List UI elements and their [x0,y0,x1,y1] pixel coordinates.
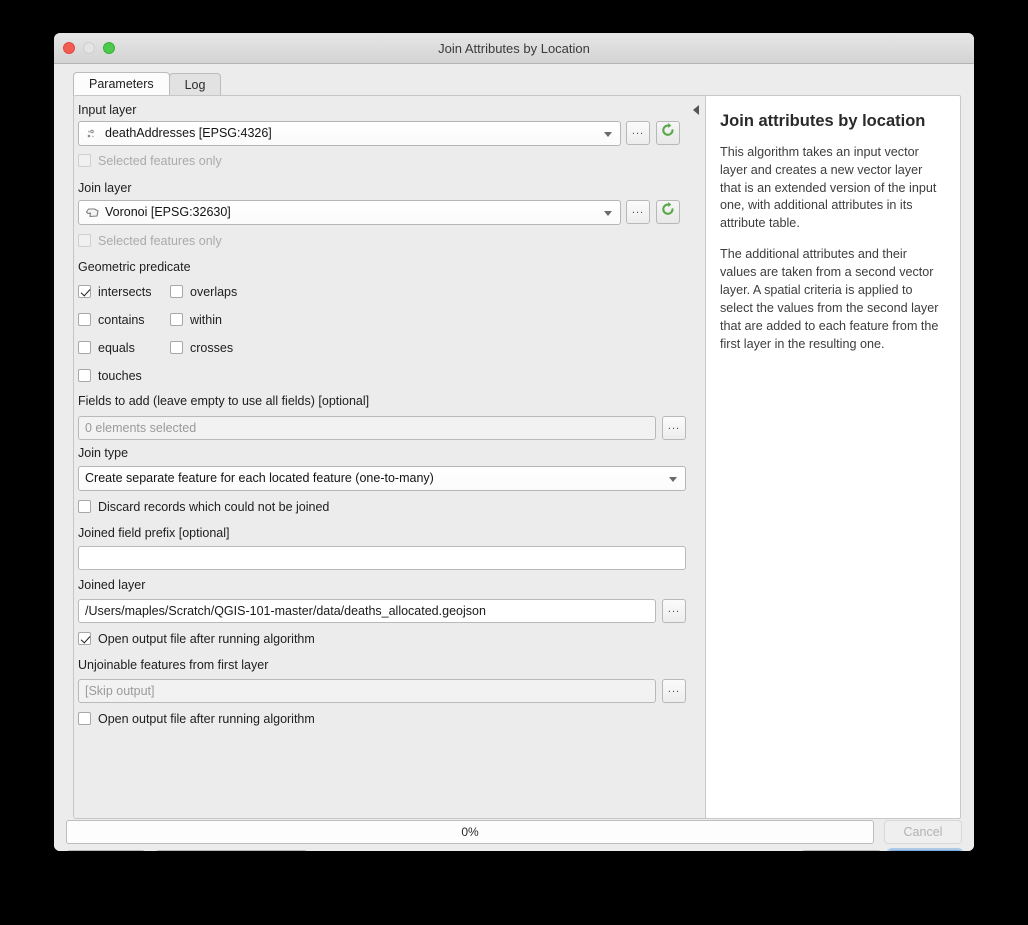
progress-bar: 0% [66,820,874,844]
title-bar[interactable]: Join Attributes by Location [54,33,974,64]
checkbox-box [78,632,91,646]
polygon-layer-icon [85,205,101,219]
joined-layer-label: Joined layer [78,578,146,592]
join-type-combo[interactable]: Create separate feature for each located… [78,466,686,491]
joined-field-prefix-input[interactable] [78,546,686,570]
predicate-touches-label: touches [98,369,142,383]
parameters-panel: Input layer deathAddresses [EPSG:4326] .… [73,95,709,819]
chevron-down-icon [604,211,612,216]
geometric-predicate-label: Geometric predicate [78,260,191,274]
predicate-equals-label: equals [98,341,135,355]
input-selected-features-only-label: Selected features only [98,154,222,168]
predicate-crosses-checkbox[interactable]: crosses [170,341,233,355]
dialog-window: Join Attributes by Location Parameters L… [54,33,974,851]
button-row: Help Run as Batch Process... Close Run [66,850,962,851]
joined-field-prefix-label: Joined field prefix [optional] [78,526,230,540]
predicate-intersects-label: intersects [98,285,152,299]
join-layer-value: Voronoi [EPSG:32630] [105,205,231,219]
joined-layer-input[interactable]: /Users/maples/Scratch/QGIS-101-master/da… [78,599,656,623]
run-as-batch-process-button[interactable]: Run as Batch Process... [155,850,308,851]
close-button[interactable]: Close [801,850,882,851]
predicate-overlaps-label: overlaps [190,285,238,299]
join-type-value: Create separate feature for each located… [85,471,434,485]
checkbox-box [170,341,183,355]
predicate-within-label: within [190,313,222,327]
join-layer-browse-button[interactable]: ... [626,200,650,224]
run-button[interactable]: Run [888,850,962,851]
window-title: Join Attributes by Location [438,41,590,56]
predicate-touches-checkbox[interactable]: touches [78,369,142,383]
checkbox-box [78,369,91,383]
point-layer-icon [85,126,101,140]
join-type-label: Join type [78,446,129,460]
predicate-within-checkbox[interactable]: within [170,313,222,327]
tab-bar: Parameters Log [73,72,222,96]
input-layer-refresh-button[interactable] [656,121,680,145]
tab-parameters[interactable]: Parameters [73,72,170,96]
open-output-unjoinable-checkbox[interactable]: Open output file after running algorithm [78,712,315,726]
progress-row: 0% Cancel [66,820,962,848]
unjoinable-features-input[interactable]: [Skip output] [78,679,656,703]
discard-records-checkbox[interactable]: Discard records which could not be joine… [78,500,329,514]
predicate-contains-checkbox[interactable]: contains [78,313,145,327]
predicate-contains-label: contains [98,313,145,327]
fields-to-add-input[interactable]: 0 elements selected [78,416,656,440]
input-layer-combo[interactable]: deathAddresses [EPSG:4326] [78,121,621,146]
input-layer-value: deathAddresses [EPSG:4326] [105,126,272,140]
chevron-down-icon [604,132,612,137]
join-selected-features-only-checkbox: Selected features only [78,234,222,248]
help-paragraph-1: This algorithm takes an input vector lay… [720,144,937,231]
collapse-left-icon [693,105,699,115]
open-output-joined-label: Open output file after running algorithm [98,632,315,646]
predicate-equals-checkbox[interactable]: equals [78,341,135,355]
checkbox-box [78,234,91,248]
input-layer-browse-button[interactable]: ... [626,121,650,145]
checkbox-box [170,285,183,299]
input-selected-features-only-checkbox: Selected features only [78,154,222,168]
checkbox-box [78,285,91,299]
predicate-crosses-label: crosses [190,341,234,355]
checkbox-box [78,313,91,327]
help-paragraph-2: The additional attributes and their valu… [720,247,939,351]
input-layer-label: Input layer [78,103,137,117]
help-panel: Join attributes by location This algorit… [705,95,961,819]
join-selected-features-only-label: Selected features only [98,234,222,248]
chevron-down-icon [669,477,677,482]
checkbox-box [78,500,91,514]
refresh-icon [662,123,674,136]
checkbox-box [78,341,91,355]
joined-layer-browse-button[interactable]: ... [662,599,686,623]
tab-log[interactable]: Log [168,73,222,96]
refresh-icon [662,202,674,215]
join-layer-refresh-button[interactable] [656,200,680,224]
predicate-overlaps-checkbox[interactable]: overlaps [170,285,237,299]
unjoinable-features-label: Unjoinable features from first layer [78,658,269,672]
help-button[interactable]: Help [66,850,146,851]
dialog-body: Parameters Log Input layer deathAddresse… [54,64,974,851]
checkbox-box [78,712,91,726]
checkbox-box [170,313,183,327]
cancel-button: Cancel [884,820,962,844]
join-layer-label: Join layer [78,181,132,195]
discard-records-label: Discard records which could not be joine… [98,500,330,514]
open-output-unjoinable-label: Open output file after running algorithm [98,712,315,726]
unjoinable-features-browse-button[interactable]: ... [662,679,686,703]
fields-to-add-browse-button[interactable]: ... [662,416,686,440]
fields-to-add-label: Fields to add (leave empty to use all fi… [78,394,370,408]
join-layer-combo[interactable]: Voronoi [EPSG:32630] [78,200,621,225]
predicate-intersects-checkbox[interactable]: intersects [78,285,152,299]
checkbox-box [78,154,91,168]
collapse-help-panel-button[interactable] [691,104,701,116]
help-title: Join attributes by location [720,112,926,130]
open-output-joined-checkbox[interactable]: Open output file after running algorithm [78,632,315,646]
